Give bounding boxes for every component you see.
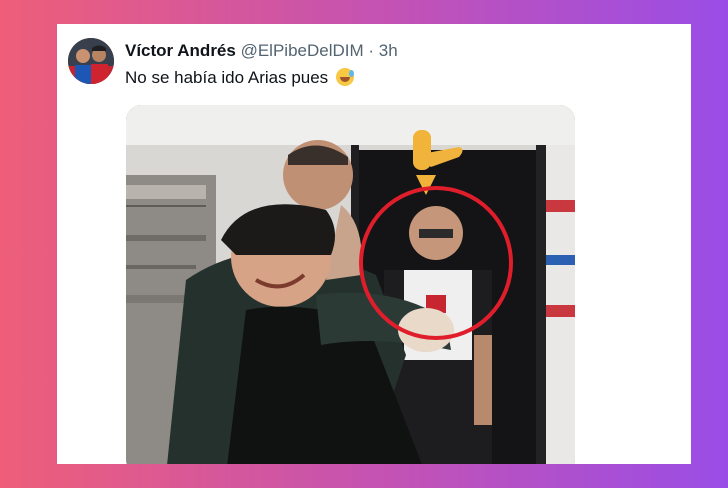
avatar-image [68,38,114,84]
tweet-text: No se había ido Arias pues [125,67,354,89]
author-name[interactable]: Víctor Andrés [125,41,236,60]
ceiling [126,105,575,145]
tweet-header: Víctor Andrés @ElPibeDelDIM · 3h [125,41,398,61]
tweet-video[interactable] [126,105,575,464]
separator-dot: · [368,41,375,60]
tweet-card: Víctor Andrés @ElPibeDelDIM · 3h No se h… [57,24,691,464]
grinning-face-with-sweat-icon [335,68,354,86]
author-handle[interactable]: @ElPibeDelDIM [241,41,364,60]
post-time[interactable]: 3h [379,41,398,60]
avatar[interactable] [68,38,114,84]
video-frame [126,105,575,464]
tweet-text-content: No se había ido Arias pues [125,68,329,87]
